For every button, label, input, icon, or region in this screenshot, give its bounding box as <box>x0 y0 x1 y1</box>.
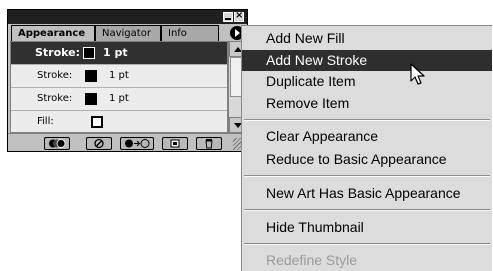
row-label: Stroke: <box>37 70 73 81</box>
clear-appearance-icon[interactable] <box>86 137 112 150</box>
stroke-swatch[interactable] <box>85 93 97 105</box>
row-label: Fill: <box>37 116 54 127</box>
stroke-swatch[interactable] <box>85 70 97 82</box>
duplicate-item-icon[interactable] <box>162 137 188 150</box>
close-icon[interactable]: × <box>234 10 244 22</box>
row-label: Stroke: <box>37 93 73 104</box>
tab-navigator[interactable]: Navigator <box>95 25 161 41</box>
menu-separator <box>244 175 490 177</box>
menu-item-clear-appearance[interactable]: Clear Appearance <box>242 126 492 147</box>
appearance-row-stroke-3[interactable]: Stroke: 1 pt <box>11 88 227 111</box>
row-label: Stroke: <box>35 46 81 59</box>
new-art-maintains-appearance-icon[interactable] <box>44 137 70 150</box>
menu-item-redefine-style: Redefine Style <box>266 252 358 268</box>
stroke-swatch[interactable] <box>83 47 95 59</box>
appearance-row-fill[interactable]: Fill: <box>11 111 227 134</box>
menu-separator <box>244 209 490 211</box>
minimize-icon[interactable] <box>223 12 233 22</box>
menu-item-reduce-to-basic-appearance[interactable]: Reduce to Basic Appearance <box>242 149 492 170</box>
appearance-palette: × Info Navigator Appearance Stroke: 1 pt… <box>7 9 248 152</box>
delete-item-icon[interactable] <box>196 137 222 150</box>
row-value: 1 pt <box>109 70 129 81</box>
reduce-to-basic-icon[interactable] <box>120 137 154 150</box>
appearance-row-stroke-2[interactable]: Stroke: 1 pt <box>11 65 227 88</box>
menu-item-add-new-stroke[interactable]: Add New Stroke <box>242 50 492 71</box>
menu-item-remove-item[interactable]: Remove Item <box>242 93 492 114</box>
menu-item-hide-thumbnail[interactable]: Hide Thumbnail <box>242 217 492 238</box>
row-value: 1 pt <box>109 93 129 104</box>
palette-tabs: Info Navigator Appearance <box>8 24 247 41</box>
menu-separator <box>244 243 490 245</box>
row-value: 1 pt <box>103 46 128 59</box>
tab-appearance[interactable]: Appearance <box>11 25 95 41</box>
menu-separator <box>244 119 490 121</box>
palette-titlebar[interactable]: × <box>8 10 247 24</box>
fill-swatch[interactable] <box>91 116 103 128</box>
appearance-list: Stroke: 1 pt Stroke: 1 pt Stroke: 1 pt F… <box>10 41 228 133</box>
mouse-pointer-icon <box>410 63 425 85</box>
menu-item-duplicate-item[interactable]: Duplicate Item <box>242 71 492 92</box>
appearance-row-stroke-1[interactable]: Stroke: 1 pt <box>11 42 227 65</box>
menu-item-new-art-has-basic-appearance[interactable]: New Art Has Basic Appearance <box>242 183 492 204</box>
tab-info[interactable]: Info <box>161 25 219 41</box>
menu-item-add-new-fill[interactable]: Add New Fill <box>242 28 492 49</box>
palette-bottom-bar <box>8 133 247 151</box>
palette-flyout-menu: Add New Fill Add New Stroke Duplicate It… <box>241 25 492 271</box>
